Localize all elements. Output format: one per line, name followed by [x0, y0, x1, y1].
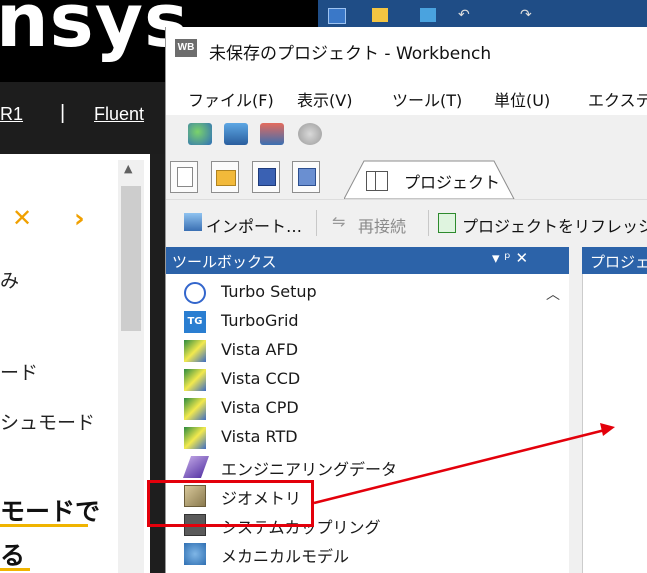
list-item[interactable]: Vista RTD: [184, 424, 564, 453]
nav-separator: |: [60, 102, 66, 124]
list-item[interactable]: Turbo Setup: [184, 279, 564, 308]
highlight-box: [147, 480, 314, 527]
title-bar[interactable]: WB 未保存のプロジェクト - Workbench: [166, 27, 647, 73]
vista-icon: [184, 340, 206, 362]
toolbox-title: ツールボックス: [172, 253, 277, 271]
save-as-button[interactable]: [292, 161, 320, 193]
list-item[interactable]: Vista AFD: [184, 337, 564, 366]
list-item-label: Turbo Setup: [221, 282, 317, 301]
menu-extensions[interactable]: エクステ: [588, 87, 647, 111]
list-item[interactable]: Vista CCD: [184, 366, 564, 395]
list-item-label: Vista AFD: [221, 340, 299, 359]
menu-units[interactable]: 単位(U): [494, 87, 550, 111]
list-item[interactable]: Vista CPD: [184, 395, 564, 424]
project-tab-icon: [366, 171, 388, 191]
save-as-icon: [298, 168, 316, 186]
turbogrid-icon: TG: [184, 311, 206, 333]
reconnect-icon: ⇋: [332, 212, 346, 231]
nav-link-r1[interactable]: R1: [0, 104, 23, 125]
scroll-up-icon[interactable]: ▲: [124, 162, 132, 175]
toolbar-separator: [316, 210, 317, 236]
nav-link-fluent[interactable]: Fluent: [94, 104, 144, 125]
new-file-icon: [177, 167, 193, 187]
globe-icon[interactable]: [188, 123, 212, 145]
sidebar-text: ード: [0, 362, 39, 384]
refresh-project-button[interactable]: プロジェクトをリフレッシュ: [462, 213, 647, 237]
list-item-label: エンジニアリングデータ: [221, 460, 398, 479]
sidebar-heading: モードで: [0, 497, 101, 526]
save-icon: [258, 168, 276, 186]
close-icon[interactable]: ✕: [12, 204, 32, 232]
save-to-server-icon[interactable]: [224, 123, 248, 145]
pane-splitter[interactable]: [569, 247, 582, 573]
window-title: 未保存のプロジェクト - Workbench: [209, 44, 492, 64]
menu-tools[interactable]: ツール(T): [392, 87, 462, 111]
open-folder-icon: [216, 170, 236, 186]
menu-view[interactable]: 表示(V): [297, 87, 352, 111]
sidebar-text: シュモード: [0, 412, 96, 434]
project-schematic-pane[interactable]: [582, 274, 647, 573]
project-tab-label: プロジェクト: [404, 173, 501, 192]
project-toolbar: インポート… ⇋ 再接続 プロジェクトをリフレッシュ: [166, 199, 647, 246]
menu-file[interactable]: ファイル(F): [188, 87, 274, 111]
vista-icon: [184, 427, 206, 449]
toolbox-list: ︿ Turbo Setup TG TurboGrid Vista AFD Vis…: [166, 274, 569, 573]
background-scroll-thumb[interactable]: [121, 186, 141, 331]
heading-underline: [0, 524, 88, 527]
disabled-globe-icon[interactable]: [298, 123, 322, 145]
import-icon: [184, 213, 202, 231]
list-item[interactable]: メカニカルモデル: [184, 540, 564, 569]
project-pane-title: プロジェ: [590, 253, 647, 271]
vista-icon: [184, 369, 206, 391]
redo-icon[interactable]: ↷: [520, 8, 536, 22]
list-item[interactable]: TG TurboGrid: [184, 308, 564, 337]
vista-icon: [184, 398, 206, 420]
server-sync-icon[interactable]: [260, 123, 284, 145]
list-item-label: Vista RTD: [221, 427, 298, 446]
background-nav-bar: [0, 82, 170, 154]
list-item-label: メカニカルモデル: [221, 547, 350, 566]
turbo-setup-icon: [184, 282, 206, 304]
toolbox-controls[interactable]: ▾ ᵖ ✕: [492, 249, 528, 267]
toolbox-header: ツールボックス ▾ ᵖ ✕: [166, 247, 569, 274]
quick-toolbar: [166, 115, 647, 151]
heading-underline: [0, 568, 30, 571]
sidebar-heading: る: [0, 541, 26, 570]
save-button[interactable]: [252, 161, 280, 193]
undo-icon[interactable]: ↶: [458, 8, 474, 22]
ansys-logo-text: nsys: [0, 0, 190, 64]
refresh-icon: [438, 213, 456, 233]
sidebar-text: み: [0, 270, 20, 292]
toolbar-separator: [428, 210, 429, 236]
open-button[interactable]: [211, 161, 239, 193]
engineering-data-icon: [182, 456, 210, 478]
list-item[interactable]: エンジニアリングデータ: [182, 453, 564, 482]
list-item-label: TurboGrid: [221, 311, 299, 330]
list-item-label: Vista CPD: [221, 398, 299, 417]
open-folder-icon[interactable]: [372, 8, 388, 22]
chevron-right-icon[interactable]: ›: [74, 204, 85, 234]
menu-bar: ファイル(F) 表示(V) ツール(T) 単位(U) エクステ: [166, 73, 647, 115]
ansys-quick-toolbar: ↶ ↷: [318, 0, 647, 30]
mechanical-model-icon: [184, 543, 206, 565]
workbench-app-icon: WB: [175, 39, 197, 57]
app-icon[interactable]: [328, 8, 346, 24]
new-file-button[interactable]: [170, 161, 198, 193]
project-pane-header: プロジェ: [582, 247, 647, 274]
import-button[interactable]: インポート…: [206, 213, 302, 237]
list-item-label: Vista CCD: [221, 369, 301, 388]
reconnect-button[interactable]: 再接続: [358, 213, 406, 237]
save-icon[interactable]: [420, 8, 436, 22]
